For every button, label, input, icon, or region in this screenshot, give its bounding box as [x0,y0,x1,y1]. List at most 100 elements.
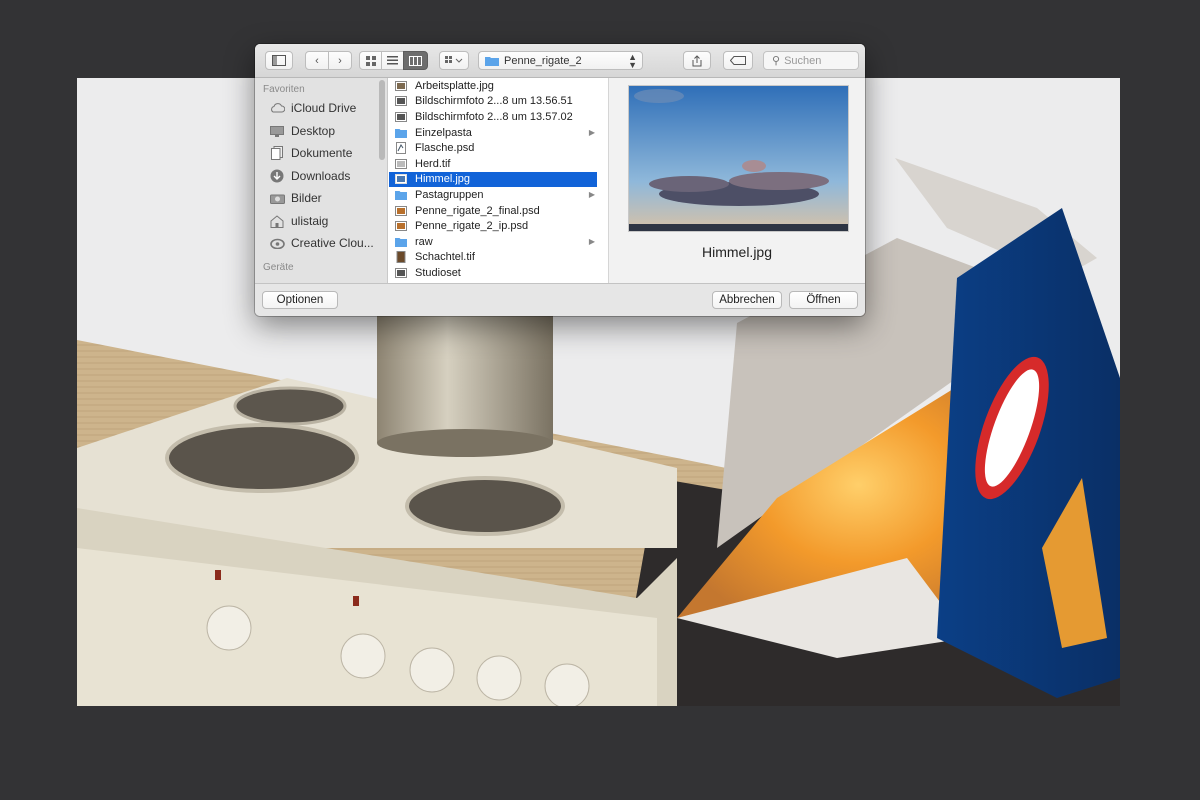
file-name: Einzelpasta [415,126,472,139]
sidebar-item-home[interactable]: ulistaig [269,212,381,230]
sidebar-heading-favorites: Favoriten [263,84,305,95]
preview-pane: Himmel.jpg [609,78,865,283]
back-button[interactable]: ‹ [305,51,329,70]
disclosure-arrow-icon: ▶ [588,128,595,138]
list-view-button[interactable] [381,51,404,70]
sky-preview-image [629,86,848,231]
search-icon: ⚲ [772,55,781,67]
updown-chevron-icon: ▲ ▼ [628,52,637,70]
screenshot-file-icon [395,95,407,107]
psd-file-icon [395,205,407,217]
disclosure-arrow-icon: ▶ [588,237,595,247]
sidebar-item-icloud-drive[interactable]: iCloud Drive [269,99,381,117]
home-icon [269,214,285,228]
camera-icon [269,191,285,205]
file-row-penne-ip[interactable]: Penne_rigate_2_ip.psd [389,218,597,234]
tag-icon [730,56,746,65]
file-list-column: Arbeitsplatte.jpg Bildschirmfoto 2...8 u… [388,78,609,283]
image-file-icon [395,80,407,92]
preview-thumbnail [628,85,849,232]
file-row-flasche[interactable]: Flasche.psd [389,140,597,156]
folder-icon [395,189,407,201]
view-mode-segment [359,51,428,70]
file-row-himmel[interactable]: Himmel.jpg [389,171,597,188]
sidebar-toggle-button[interactable] [265,51,293,70]
creative-cloud-icon [269,236,285,250]
folder-icon [395,127,407,139]
sidebar-item-desktop[interactable]: Desktop [269,122,381,140]
sidebar-toggle-icon [272,55,286,66]
search-field[interactable]: ⚲ [763,51,859,70]
share-button[interactable] [683,51,711,70]
sidebar-item-documents[interactable]: Dokumente [269,144,381,162]
file-row-screenshot-2[interactable]: Bildschirmfoto 2...8 um 13.57.02 [389,109,597,125]
tag-button[interactable] [723,51,753,70]
dialog-sidebar: Favoriten iCloud Drive Desktop Dokumente… [255,78,388,283]
folder-icon [395,236,407,248]
chevron-right-icon: › [338,54,342,67]
options-button[interactable]: Optionen [262,291,338,309]
file-name: raw [415,235,433,248]
column-view-button[interactable] [403,51,428,70]
sidebar-item-label: Desktop [291,124,336,138]
file-row-studioset[interactable]: Studioset [389,265,597,281]
sidebar-item-pictures[interactable]: Bilder [269,189,381,207]
folder-icon [485,56,499,66]
path-popup-label: Penne_rigate_2 [504,54,582,67]
forward-button[interactable]: › [328,51,352,70]
image-file-icon [395,251,407,264]
file-row-penne-final[interactable]: Penne_rigate_2_final.psd [389,203,597,219]
documents-icon [269,146,285,160]
file-name: Penne_rigate_2_final.psd [415,204,540,217]
file-name: Herd.tif [415,157,451,170]
file-name: Himmel.jpg [415,173,471,186]
columns-icon [409,55,422,66]
folder-row-pastagruppen[interactable]: Pastagruppen ▶ [389,187,597,203]
disclosure-arrow-icon: ▶ [588,190,595,200]
icon-grid-icon [365,55,376,66]
image-file-icon [395,173,407,185]
file-name: Arbeitsplatte.jpg [415,79,494,92]
sidebar-item-label: iCloud Drive [291,101,357,115]
cloud-icon [269,101,285,115]
folder-row-einzelpasta[interactable]: Einzelpasta ▶ [389,125,597,141]
open-file-dialog: ‹ › Penne_rigate_2 ▲ ▼ ⚲ Suchen Favorite… [255,44,865,316]
sidebar-heading-devices: Geräte [263,262,294,273]
sidebar-scrollbar[interactable] [379,80,385,160]
psd-file-icon [395,142,407,155]
sidebar-item-creative-cloud[interactable]: Creative Clou... [269,234,381,252]
preview-filename: Himmel.jpg [701,244,772,260]
sidebar-item-label: Dokumente [291,146,353,160]
file-name: Flasche.psd [415,142,475,155]
list-icon [387,56,398,65]
sidebar-item-label: Creative Clou... [291,236,374,250]
psd-file-icon [395,220,407,232]
screenshot-file-icon [395,267,407,279]
dialog-bottom-bar: Optionen Abbrechen Öffnen [255,283,865,316]
file-name: Penne_rigate_2_ip.psd [415,220,529,233]
image-file-icon [395,158,407,170]
navigation-segment: ‹ › [305,51,352,70]
share-icon [692,54,702,66]
sidebar-item-downloads[interactable]: Downloads [269,167,381,185]
screenshot-file-icon [395,111,407,123]
file-name: Bildschirmfoto 2...8 um 13.56.51 [415,95,573,108]
file-row-arbeitsplatte[interactable]: Arbeitsplatte.jpg [389,78,597,94]
dialog-toolbar: ‹ › Penne_rigate_2 ▲ ▼ ⚲ Suchen [255,44,865,78]
sidebar-item-label: Downloads [291,169,351,183]
arrange-menu-button[interactable] [439,51,469,70]
file-name: Studioset [415,266,461,279]
sidebar-item-label: Bilder [291,191,322,205]
icon-view-button[interactable] [359,51,382,70]
sidebar-item-label: ulistaig [291,214,329,228]
file-row-screenshot-1[interactable]: Bildschirmfoto 2...8 um 13.56.51 [389,94,597,110]
search-input[interactable] [784,54,851,67]
file-row-schachtel[interactable]: Schachtel.tif [389,250,597,266]
file-name: Pastagruppen [415,188,484,201]
folder-row-raw[interactable]: raw ▶ [389,234,597,250]
path-popup-button[interactable]: Penne_rigate_2 ▲ ▼ [478,51,643,70]
cancel-button[interactable]: Abbrechen [712,291,782,309]
open-button[interactable]: Öffnen [789,291,858,309]
file-name: Bildschirmfoto 2...8 um 13.57.02 [415,110,573,123]
file-row-herd[interactable]: Herd.tif [389,156,597,172]
